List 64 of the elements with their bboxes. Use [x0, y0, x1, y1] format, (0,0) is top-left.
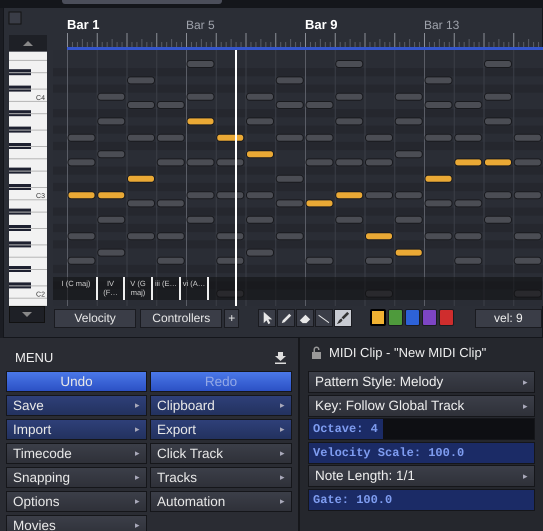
pointer-tool[interactable]: [258, 309, 276, 327]
midi-note[interactable]: [365, 232, 393, 240]
menu-title: MENU: [15, 348, 54, 367]
bar-label: Bar 5: [186, 18, 215, 32]
midi-note[interactable]: [216, 232, 244, 240]
midi-note[interactable]: [454, 158, 482, 166]
velocity-field[interactable]: vel: 9: [475, 309, 542, 328]
color-swatch[interactable]: [422, 309, 437, 326]
scroll-down-button[interactable]: [9, 306, 45, 323]
midi-note[interactable]: [216, 256, 244, 265]
scrollbar-thumb[interactable]: [62, 0, 222, 4]
color-swatch[interactable]: [438, 309, 454, 326]
clip-title: MIDI Clip - "New MIDI Clip": [329, 344, 486, 362]
midi-note[interactable]: [216, 158, 244, 166]
midi-note[interactable]: [216, 134, 244, 142]
midi-note[interactable]: [68, 191, 96, 200]
menu-item[interactable]: Movies ▸: [6, 515, 147, 531]
midi-note[interactable]: [484, 158, 512, 166]
slider-field[interactable]: Velocity Scale: 100.0: [308, 442, 535, 464]
midi-note[interactable]: [97, 191, 126, 200]
menu-item[interactable]: Click Track ▸: [150, 443, 292, 464]
menu-item[interactable]: Automation ▸: [150, 491, 292, 512]
menu-item[interactable]: Import ▸: [6, 419, 147, 440]
midi-note[interactable]: [424, 174, 452, 183]
midi-note[interactable]: [306, 199, 334, 208]
menu-item[interactable]: Tracks ▸: [150, 467, 292, 488]
color-swatch[interactable]: [404, 309, 420, 326]
color-swatch[interactable]: [370, 309, 386, 326]
slider-field[interactable]: Octave: 4: [308, 418, 535, 440]
menu-item[interactable]: Export ▸: [150, 419, 292, 440]
midi-note[interactable]: [216, 191, 244, 200]
bar-label: Bar 1: [67, 17, 100, 32]
padlock-icon: [312, 346, 321, 359]
slider-field[interactable]: Gate: 100.0: [308, 488, 535, 510]
pencil-tool[interactable]: [277, 309, 296, 327]
midi-note[interactable]: [216, 290, 244, 298]
midi-note[interactable]: [127, 174, 155, 183]
lane-tab[interactable]: Controllers: [140, 309, 222, 328]
midi-note[interactable]: [246, 150, 274, 158]
menu-item[interactable]: Save ▸: [6, 395, 147, 416]
bar-label: Bar 9: [305, 17, 338, 32]
scroll-up-button[interactable]: [9, 35, 47, 51]
color-swatch[interactable]: [388, 309, 403, 326]
brush-tool[interactable]: [334, 309, 352, 327]
dropdown-row[interactable]: Key: Follow Global Track ▸: [308, 394, 535, 416]
download-icon[interactable]: [275, 352, 286, 364]
midi-note[interactable]: [394, 248, 423, 257]
menu-item[interactable]: Snapping ▸: [6, 467, 147, 488]
add-button[interactable]: +: [224, 309, 240, 328]
menu-item[interactable]: Undo: [6, 371, 147, 392]
bar-label: Bar 13: [424, 18, 460, 32]
menu-item[interactable]: Clipboard ▸: [150, 395, 292, 416]
midi-note[interactable]: [186, 117, 214, 126]
midi-note[interactable]: [335, 191, 364, 200]
brush-icon: [335, 310, 352, 326]
lane-tab[interactable]: Velocity: [54, 309, 136, 328]
dropdown-row[interactable]: Pattern Style: Melody ▸: [308, 371, 535, 393]
line-tool[interactable]: [315, 309, 334, 327]
menu-item[interactable]: Options ▸: [6, 491, 147, 512]
caret-down-icon: [22, 312, 32, 318]
dropdown-row[interactable]: Note Length: 1/1 ▸: [308, 465, 535, 487]
piano-keyboard[interactable]: [9, 52, 47, 306]
menu-item[interactable]: Timecode ▸: [6, 443, 147, 464]
eraser-tool[interactable]: [296, 309, 314, 327]
